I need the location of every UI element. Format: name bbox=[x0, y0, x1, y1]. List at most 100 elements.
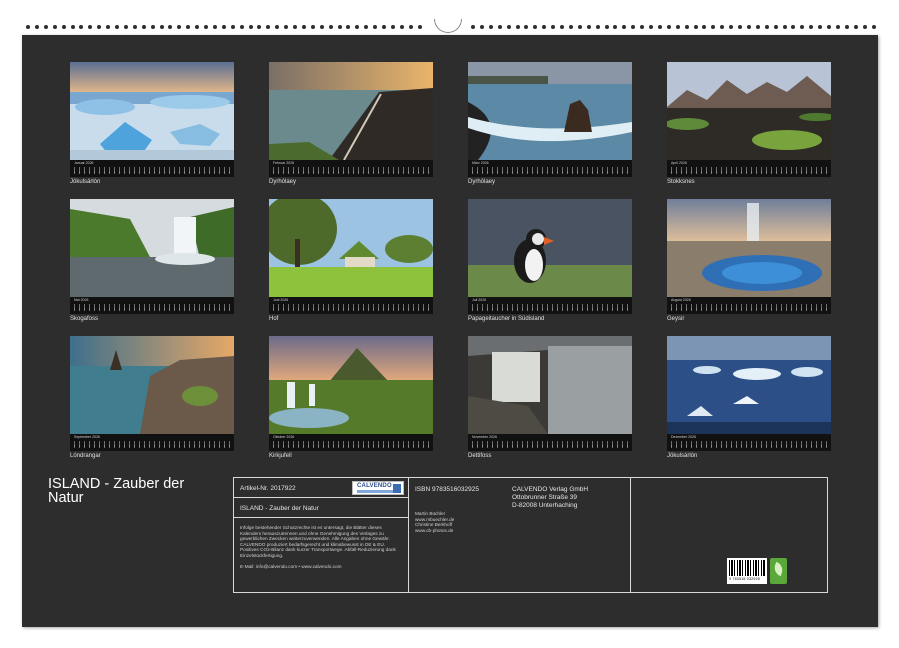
binding-hole bbox=[613, 25, 617, 29]
binding-hole bbox=[302, 25, 306, 29]
binding-hole bbox=[115, 25, 119, 29]
binding-hole bbox=[97, 25, 101, 29]
month-calendar-grid: November 2026 bbox=[468, 434, 632, 451]
binding-hole bbox=[355, 25, 359, 29]
month-calendar-grid: Juni 2026 bbox=[269, 297, 433, 314]
binding-hole bbox=[516, 25, 520, 29]
month-calendar-grid: Juli 2026 bbox=[468, 297, 632, 314]
article-number: Artikel-Nr. 2017922 bbox=[240, 485, 296, 492]
binding-hole bbox=[756, 25, 760, 29]
imprint-column-barcode: 9 783516 032925 bbox=[631, 478, 827, 592]
binding-hole bbox=[783, 25, 787, 29]
binding-hole bbox=[578, 25, 582, 29]
month-tile: Juli 2026 Papageitaucher in Südisland bbox=[468, 199, 632, 322]
photo-caption: Jökulsárlón bbox=[70, 179, 234, 185]
month-calendar-grid: Januar 2026 bbox=[70, 160, 234, 177]
binding-hole bbox=[649, 25, 653, 29]
month-photo-turf-church bbox=[269, 199, 433, 297]
photo-caption: Jökulsárlón bbox=[667, 453, 831, 459]
month-tile: Dezember 2026 Jökulsárlón bbox=[667, 336, 831, 459]
binding-hole bbox=[845, 25, 849, 29]
binding-hole bbox=[836, 25, 840, 29]
binding-hole bbox=[409, 25, 413, 29]
binding-hole bbox=[551, 25, 555, 29]
isbn: ISBN 9783516032925 bbox=[415, 486, 479, 493]
binding-hole bbox=[88, 25, 92, 29]
month-photo-kirkjufell bbox=[269, 336, 433, 434]
month-name: April 2026 bbox=[671, 161, 687, 165]
binding-hole bbox=[480, 25, 484, 29]
binding-hole bbox=[560, 25, 564, 29]
binding-hole bbox=[596, 25, 600, 29]
photo-caption: Lóndrangar bbox=[70, 453, 234, 459]
binding-hole bbox=[106, 25, 110, 29]
binding-hole bbox=[569, 25, 573, 29]
month-photo-puffin bbox=[468, 199, 632, 297]
binding-hole bbox=[204, 25, 208, 29]
month-calendar-grid: März 2026 bbox=[468, 160, 632, 177]
binding-hole bbox=[400, 25, 404, 29]
month-name: Mai 2026 bbox=[74, 298, 88, 302]
binding-hole bbox=[640, 25, 644, 29]
binding-hole bbox=[747, 25, 751, 29]
contact-line: E-Mail: info@calvendo.com • www.calvendo… bbox=[240, 564, 404, 570]
month-photo-dettifoss bbox=[468, 336, 632, 434]
binding-hole bbox=[702, 25, 706, 29]
month-calendar-grid: Oktober 2026 bbox=[269, 434, 433, 451]
binding-hole bbox=[79, 25, 83, 29]
binding-hole bbox=[827, 25, 831, 29]
imprint-box: Artikel-Nr. 2017922 CALVENDO ISLAND - Za… bbox=[233, 477, 828, 593]
binding-hole bbox=[293, 25, 297, 29]
binding-hole bbox=[364, 25, 368, 29]
binding-hole bbox=[284, 25, 288, 29]
binding-hole bbox=[809, 25, 813, 29]
month-photo-sea-cliffs bbox=[70, 336, 234, 434]
month-photo-waterfall bbox=[70, 199, 234, 297]
month-tile: Februar 2026 Dyrhólaey bbox=[269, 62, 433, 185]
binding-hole bbox=[329, 25, 333, 29]
month-tile: März 2026 Dyrhólaey bbox=[468, 62, 632, 185]
binding-hole bbox=[26, 25, 30, 29]
month-tile: Januar 2026 Jökulsárlón bbox=[70, 62, 234, 185]
month-name: Februar 2026 bbox=[273, 161, 294, 165]
month-calendar-grid: September 2026 bbox=[70, 434, 234, 451]
binding-hole bbox=[382, 25, 386, 29]
binding-hole bbox=[694, 25, 698, 29]
calvendo-logo: CALVENDO bbox=[352, 481, 404, 495]
binding-hole bbox=[676, 25, 680, 29]
binding-hole bbox=[854, 25, 858, 29]
month-tile: April 2026 Stokksnes bbox=[667, 62, 831, 185]
binding-hole bbox=[667, 25, 671, 29]
month-name: Oktober 2026 bbox=[273, 435, 294, 439]
month-calendar-grid: August 2026 bbox=[667, 297, 831, 314]
binding-hole bbox=[587, 25, 591, 29]
binding-hole bbox=[774, 25, 778, 29]
month-tile: September 2026 Lóndrangar bbox=[70, 336, 234, 459]
binding-hole bbox=[62, 25, 66, 29]
binding-hole bbox=[800, 25, 804, 29]
author-credits: Martin Büchler www.mbuechler.de Christin… bbox=[415, 511, 454, 533]
imprint-subtitle: ISLAND - Zauber der Natur bbox=[240, 505, 319, 512]
binding-hole bbox=[133, 25, 137, 29]
binding-hole bbox=[863, 25, 867, 29]
photo-caption: Skogafoss bbox=[70, 316, 234, 322]
photo-caption: Geysir bbox=[667, 316, 831, 322]
binding-hole bbox=[818, 25, 822, 29]
binding-hole bbox=[498, 25, 502, 29]
month-name: Juni 2026 bbox=[273, 298, 288, 302]
binding-hole bbox=[391, 25, 395, 29]
month-name: Januar 2026 bbox=[74, 161, 93, 165]
binding-hole bbox=[124, 25, 128, 29]
binding-hole bbox=[222, 25, 226, 29]
binding-hole bbox=[471, 25, 475, 29]
binding-hole bbox=[720, 25, 724, 29]
binding-hole bbox=[177, 25, 181, 29]
binding-hole bbox=[489, 25, 493, 29]
binding-hole bbox=[186, 25, 190, 29]
month-tile: August 2026 Geysir bbox=[667, 199, 831, 322]
binding-hole bbox=[507, 25, 511, 29]
month-name: November 2026 bbox=[472, 435, 497, 439]
binding-hole bbox=[542, 25, 546, 29]
binding-hole bbox=[658, 25, 662, 29]
month-photo-glacier-lagoon bbox=[70, 62, 234, 160]
